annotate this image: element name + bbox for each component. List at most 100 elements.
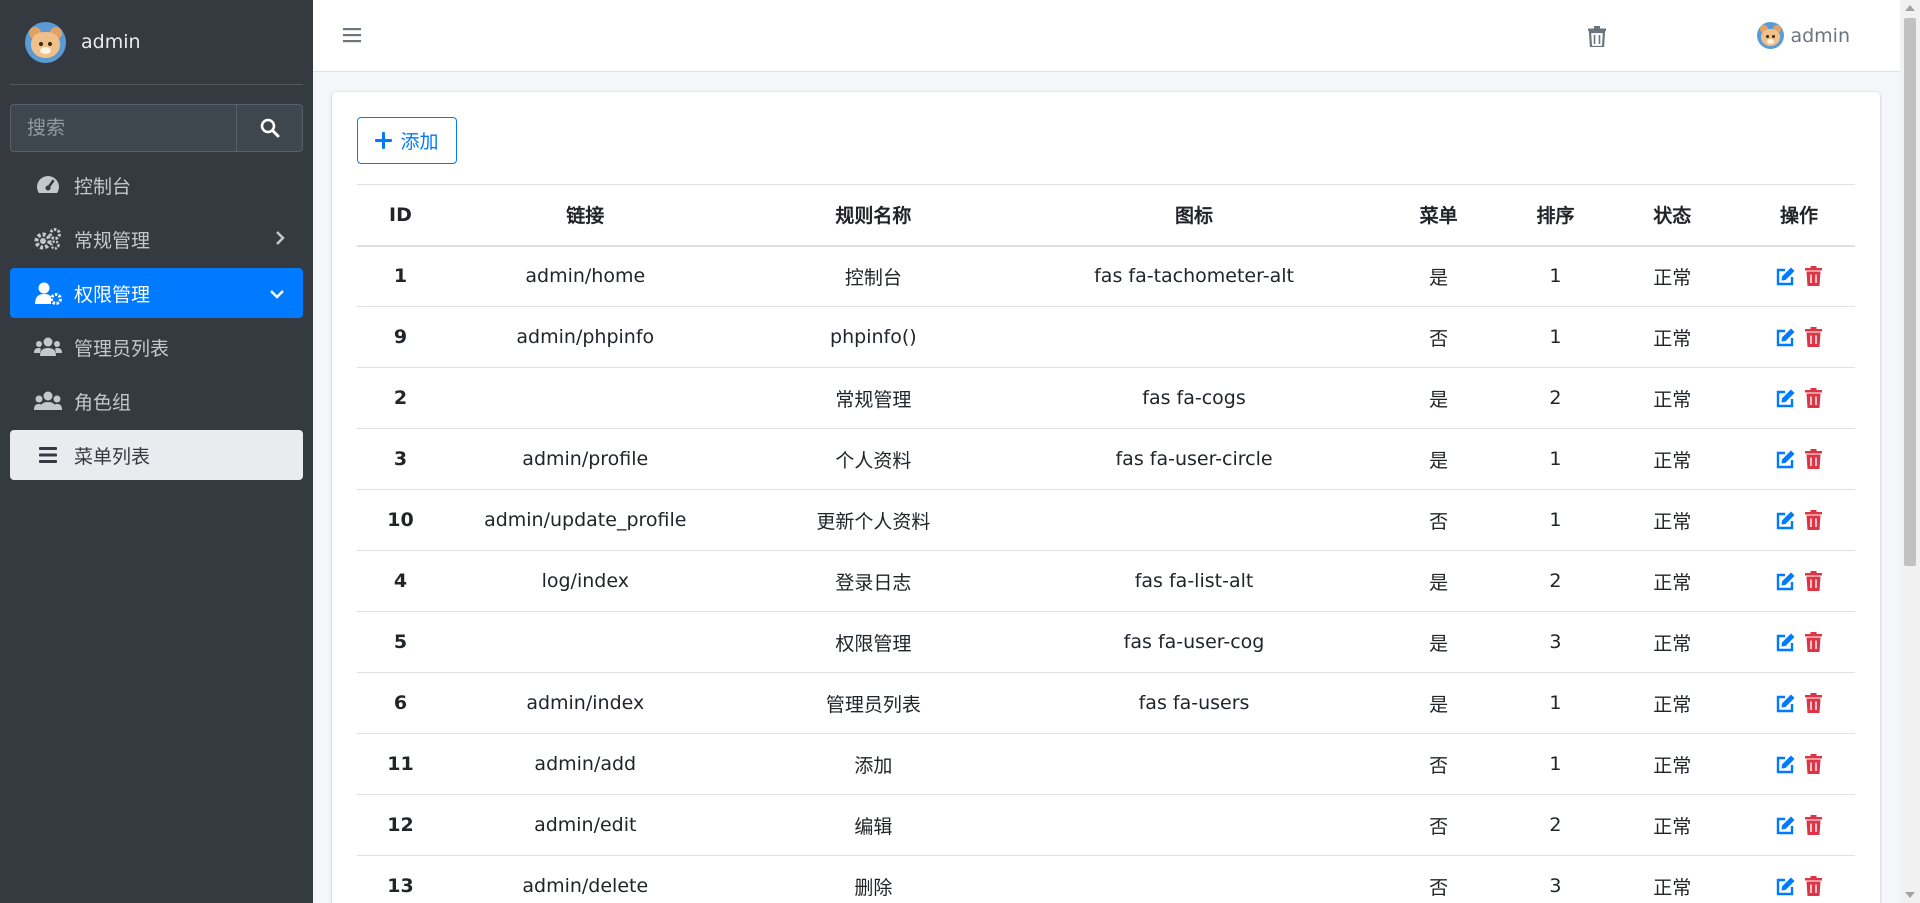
add-button[interactable]: 添加 [357,117,457,164]
edit-icon[interactable] [1776,388,1796,408]
cell-menu: 否 [1367,489,1510,551]
menu-table: ID 链接 规则名称 图标 菜单 排序 状态 操作 1 admin/home 控制台… [357,184,1855,903]
page-scrollbar[interactable] [1900,0,1920,903]
cell-menu: 是 [1367,550,1510,612]
cell-sort: 1 [1509,489,1602,551]
cell-link: log/index [443,550,727,612]
cell-menu: 否 [1367,306,1510,368]
column-header-status[interactable]: 状态 [1601,184,1743,247]
chevron-right-icon [275,229,285,251]
table-row: 1 admin/home 控制台 fas fa-tachometer-alt 是 1 正常 [357,245,1855,307]
cell-status: 正常 [1601,672,1743,734]
sidebar: admin 控制台 常规管理 [0,0,313,903]
cell-actions [1742,855,1855,903]
sidebar-nav: 控制台 常规管理 权限管理 管理员列表 角色组 菜单列表 [10,160,303,484]
table-row: 2 常规管理 fas fa-cogs 是 2 正常 [357,367,1855,429]
row-actions [1743,815,1855,835]
scrollbar-thumb[interactable] [1904,18,1916,566]
add-button-label: 添加 [400,131,439,153]
sidebar-item-admins[interactable]: 管理员列表 [10,322,303,372]
cell-link: admin/phpinfo [443,306,727,368]
cell-sort: 3 [1509,611,1602,673]
scroll-up-arrow-icon[interactable] [1905,5,1915,11]
edit-icon[interactable] [1776,876,1796,896]
trash-icon[interactable] [1804,815,1822,835]
row-actions [1743,571,1855,591]
cell-sort: 1 [1509,672,1602,734]
cell-status: 正常 [1601,306,1743,368]
edit-icon[interactable] [1776,693,1796,713]
cell-rule-name: 更新个人资料 [726,489,1021,551]
trash-icon[interactable] [1804,632,1822,652]
trash-icon[interactable] [1804,327,1822,347]
sidebar-item-general[interactable]: 常规管理 [10,214,303,264]
column-header-icon[interactable]: 图标 [1020,184,1368,247]
edit-icon[interactable] [1776,266,1796,286]
scroll-down-arrow-icon[interactable] [1905,892,1915,898]
cell-status: 正常 [1601,794,1743,856]
cell-sort: 1 [1509,733,1602,795]
cell-icon: fas fa-cogs [1020,367,1368,429]
sidebar-item-dashboard[interactable]: 控制台 [10,160,303,210]
cell-sort: 2 [1509,367,1602,429]
avatar [25,21,66,63]
edit-icon[interactable] [1776,754,1796,774]
trash-icon[interactable] [1804,449,1822,469]
edit-icon[interactable] [1776,510,1796,530]
edit-icon[interactable] [1776,632,1796,652]
row-actions [1743,449,1855,469]
cell-link: admin/delete [443,855,727,903]
users-group-icon [34,389,62,413]
cell-link: admin/edit [443,794,727,856]
cell-id: 6 [357,672,444,734]
trash-icon[interactable] [1804,266,1822,287]
trash-icon[interactable] [1804,388,1822,408]
table-header-row: ID 链接 规则名称 图标 菜单 排序 状态 操作 [357,184,1855,247]
column-header-sort[interactable]: 排序 [1509,184,1602,247]
edit-icon[interactable] [1776,571,1796,591]
cell-menu: 否 [1367,794,1510,856]
cell-menu: 否 [1367,733,1510,795]
sidebar-item-menu-list[interactable]: 菜单列表 [10,430,303,480]
column-header-rule-name[interactable]: 规则名称 [726,184,1021,247]
sidebar-user-name[interactable]: admin [81,31,141,53]
cell-id: 4 [357,550,444,612]
table-row: 3 admin/profile 个人资料 fas fa-user-circle 是 1 正常 [357,428,1855,490]
column-header-menu[interactable]: 菜单 [1367,184,1510,247]
trash-icon[interactable] [1804,876,1822,897]
trash-icon[interactable] [1804,571,1822,591]
trash-icon[interactable] [1804,510,1822,530]
header-user-menu[interactable]: admin [1757,22,1850,49]
column-header-link[interactable]: 链接 [443,184,727,247]
search-input[interactable] [10,104,236,152]
cell-link: admin/add [443,733,727,795]
cell-rule-name: 控制台 [726,245,1021,307]
sidebar-item-label: 权限管理 [74,283,151,306]
cell-id: 3 [357,428,444,490]
user-panel[interactable]: admin [10,0,303,85]
search-button[interactable] [236,104,303,152]
row-actions [1743,632,1855,652]
tachometer-icon [34,173,62,197]
sidebar-search [10,104,303,152]
row-actions [1743,693,1855,713]
clear-cache-trash-icon[interactable] [1588,26,1606,51]
sidebar-item-permissions[interactable]: 权限管理 [10,268,303,318]
cell-actions [1742,367,1855,429]
sidebar-item-roles[interactable]: 角色组 [10,376,303,426]
edit-icon[interactable] [1776,449,1796,469]
trash-icon[interactable] [1804,754,1822,774]
cell-menu: 是 [1367,672,1510,734]
cell-rule-name: 登录日志 [726,550,1021,612]
menu-toggle-icon[interactable] [343,26,361,48]
edit-icon[interactable] [1776,815,1796,835]
cell-sort: 1 [1509,306,1602,368]
cell-id: 5 [357,611,444,673]
row-actions [1743,327,1855,347]
column-header-id[interactable]: ID [357,184,444,247]
sidebar-item-label: 菜单列表 [74,445,151,468]
table-row: 10 admin/update_profile 更新个人资料 否 1 正常 [357,489,1855,551]
cell-icon: fas fa-users [1020,672,1368,734]
edit-icon[interactable] [1776,327,1796,347]
trash-icon[interactable] [1804,693,1822,713]
